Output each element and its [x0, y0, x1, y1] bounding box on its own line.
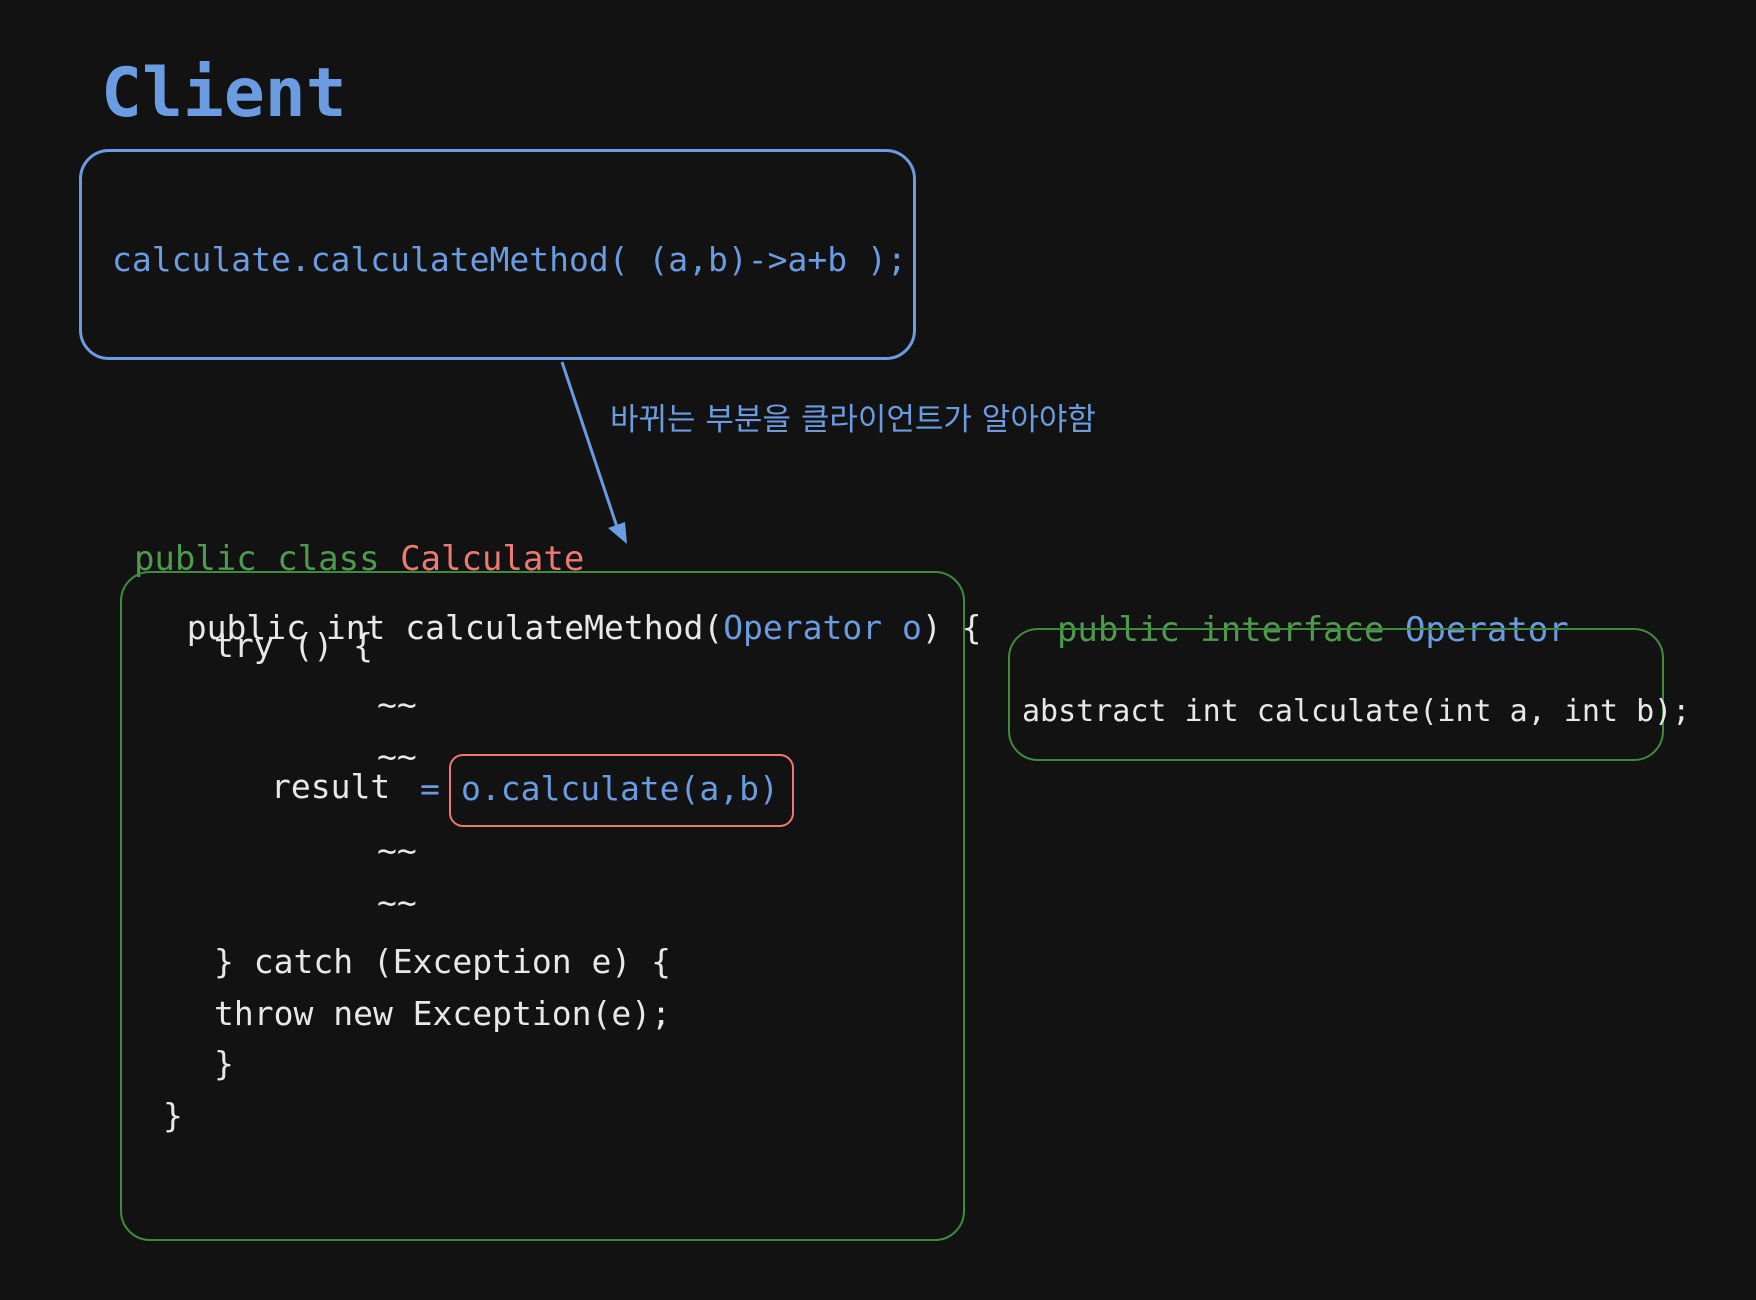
- method-signature-suffix: ) {: [921, 608, 982, 647]
- class-box: [120, 571, 965, 1241]
- arrow-line: [560, 361, 619, 528]
- tilde-line: ~~: [377, 685, 417, 724]
- class-header: public class Calculate: [93, 508, 584, 576]
- result-equals: =: [420, 769, 440, 808]
- close-brace-outer: }: [163, 1096, 183, 1135]
- catch-line: } catch (Exception e) {: [214, 942, 671, 981]
- try-line: try () {: [214, 626, 373, 665]
- interface-method: abstract int calculate(int a, int b);: [1022, 694, 1691, 729]
- throw-line: throw new Exception(e);: [214, 994, 671, 1033]
- tilde-line: ~~: [377, 883, 417, 922]
- annotation-label: 바뀌는 부분을 클라이언트가 알아야함: [610, 402, 1096, 438]
- close-brace-inner: }: [214, 1044, 234, 1083]
- tilde-line: ~~: [377, 831, 417, 870]
- result-label: result: [271, 767, 391, 806]
- method-param: Operator o: [723, 608, 922, 647]
- operator-call: o.calculate(a,b): [461, 769, 779, 808]
- arrow-head-icon: [608, 522, 627, 544]
